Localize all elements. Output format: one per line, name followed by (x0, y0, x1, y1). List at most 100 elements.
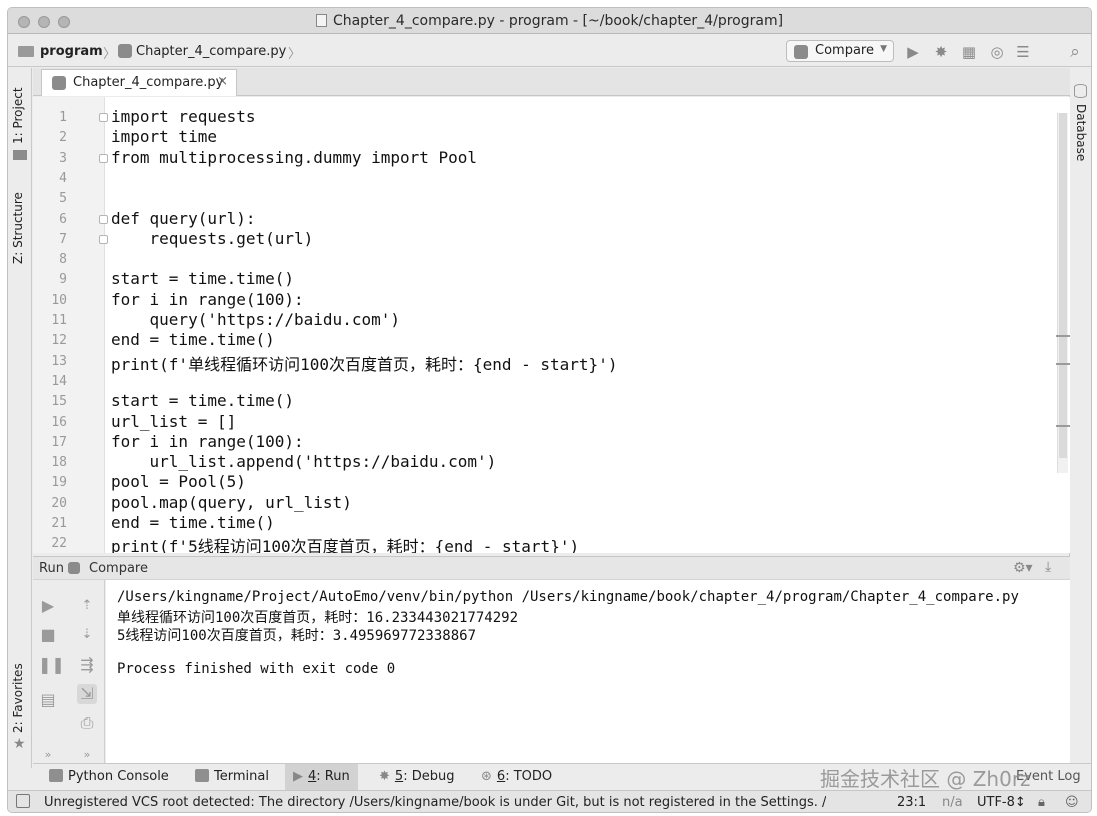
restore-layout-icon[interactable]: ▤ (38, 690, 58, 710)
python-icon (68, 562, 80, 574)
run-toolbar: ▶ ⇡ ■ ⇣ ❚❚ ⇶ ▤ ⇲ ⎙ » » (33, 580, 105, 763)
status-bar: Unregistered VCS root detected: The dire… (8, 790, 1091, 812)
error-stripe-mark (1056, 425, 1070, 427)
console-line: Process finished with exit code 0 (117, 661, 396, 677)
line-number: 22 (51, 536, 67, 552)
folder-icon (18, 46, 34, 57)
line-number: 3 (59, 150, 67, 166)
console-line: /Users/kingname/Project/AutoEmo/venv/bin… (117, 589, 1019, 605)
close-tab-icon[interactable]: × (217, 74, 228, 89)
editor-tab-bar: Chapter_4_compare.py × (33, 68, 1070, 96)
python-file-icon (118, 44, 132, 58)
more-icon[interactable]: » (77, 745, 97, 765)
line-number: 17 (51, 434, 67, 450)
tab-run[interactable]: ▶ 4: Run (285, 764, 358, 791)
lock-icon[interactable]: 🔒︎ (1038, 795, 1045, 810)
fold-marker-icon[interactable] (99, 214, 108, 224)
code-editor[interactable]: 1 2 3 4 5 6 7 8 9 10 11 12 13 14 15 16 17 18 19 20 21 22 impo… (33, 97, 1070, 553)
structure-tool-tab[interactable]: Z: Structure (11, 192, 25, 264)
print-icon[interactable]: ⎙ (77, 713, 97, 733)
code-line: end = time.time() (111, 513, 275, 532)
line-number: 10 (51, 292, 67, 308)
line-number: 9 (59, 272, 67, 288)
debug-icon[interactable]: ✸ (932, 43, 950, 61)
line-number: 8 (59, 252, 67, 268)
run-panel-config[interactable]: Compare (89, 561, 148, 576)
editor-file-tab[interactable]: Chapter_4_compare.py × (41, 69, 237, 96)
line-number: 12 (51, 333, 67, 349)
caret-position[interactable]: 23:1 (897, 795, 926, 810)
tab-todo[interactable]: ⊛ 6: TODO (473, 764, 560, 791)
favorites-tool-tab[interactable]: 2: Favorites (11, 663, 25, 733)
line-separator[interactable]: n/a (942, 795, 963, 810)
tab-debug[interactable]: ✸ 5: Debug (371, 764, 462, 791)
code-line: import requests (111, 107, 256, 126)
search-icon[interactable]: ⌕ (1066, 43, 1084, 61)
inspector-icon[interactable]: ☺ (1065, 795, 1079, 810)
console-line: 单线程循环访问100次百度首页，耗时：16.233443021774292 (117, 610, 519, 626)
project-tool-tab[interactable]: 1: Project (11, 87, 25, 144)
code-line: print(f'5线程访问100次百度首页，耗时：{end - start}') (111, 537, 580, 553)
code-line: url_list = [] (111, 411, 237, 431)
fold-marker-icon[interactable] (99, 153, 108, 163)
tool-windows-icon[interactable] (16, 794, 30, 808)
code-line: start = time.time() (111, 269, 295, 289)
window-title: Chapter_4_compare.py - program - [~/book… (332, 13, 784, 29)
soft-wrap-icon[interactable]: ⇶ (77, 655, 97, 675)
concurrency-icon[interactable]: ☰ (1014, 43, 1032, 61)
pause-icon[interactable]: ❚❚ (38, 655, 65, 675)
fold-marker-icon[interactable] (99, 113, 108, 122)
breadcrumb-separator-icon: 〉 (288, 47, 302, 62)
breadcrumb-file[interactable]: Chapter_4_compare.py (136, 44, 286, 59)
up-arrow-icon[interactable]: ⇡ (77, 596, 97, 616)
stop-icon[interactable]: ■ (38, 625, 58, 645)
line-number: 13 (51, 353, 67, 369)
python-icon (794, 45, 808, 59)
run-icon[interactable]: ▶ (904, 43, 922, 61)
debug-icon: ✸ (379, 769, 390, 784)
run-panel-header: Run Compare ⚙▾ ⤓ (33, 556, 1070, 580)
terminal-icon (195, 769, 209, 782)
run-panel-label: Run (39, 561, 64, 576)
editor-scrollbar[interactable] (1057, 113, 1068, 473)
line-number: 6 (59, 211, 67, 227)
line-number: 14 (51, 373, 67, 389)
rerun-icon[interactable]: ▶ (38, 596, 58, 616)
fold-marker-icon[interactable] (99, 234, 108, 244)
gear-icon[interactable]: ⚙▾ (1013, 560, 1033, 576)
run-console[interactable]: /Users/kingname/Project/AutoEmo/venv/bin… (106, 580, 1070, 763)
line-number: 15 (51, 394, 67, 410)
error-stripe-mark (1056, 363, 1070, 365)
tab-debug-number: 5 (394, 769, 404, 784)
hide-panel-icon[interactable]: ⤓ (1045, 559, 1051, 575)
code-line: def query(url): (111, 208, 256, 228)
python-file-icon (52, 76, 66, 90)
watermark: 掘金技术社区 @ Zh0rz (820, 767, 1031, 791)
run-configuration-select[interactable]: Compare ▼ (786, 40, 894, 62)
run-icon: ▶ (293, 769, 303, 784)
down-arrow-icon[interactable]: ⇣ (77, 625, 97, 645)
code-line: requests.get(url) (111, 228, 314, 248)
chevron-down-icon: ▼ (880, 44, 887, 54)
breadcrumb-project[interactable]: program (40, 44, 103, 59)
coverage-icon[interactable]: ▦ (960, 43, 978, 61)
scrollbar-thumb[interactable] (1059, 113, 1067, 458)
tab-python-console[interactable]: Python Console (41, 764, 177, 791)
star-icon: ★ (13, 736, 26, 752)
status-message[interactable]: Unregistered VCS root detected: The dire… (44, 795, 826, 810)
ide-window: Chapter_4_compare.py - program - [~/book… (7, 7, 1092, 813)
profile-icon[interactable]: ◎ (988, 43, 1006, 61)
file-encoding[interactable]: UTF-8↕ (977, 795, 1026, 810)
scroll-to-end-icon[interactable]: ⇲ (77, 684, 97, 704)
tab-run-label: : Run (316, 769, 350, 784)
code-line: pool.map(query, url_list) (111, 492, 352, 512)
database-tool-tab[interactable]: Database (1074, 104, 1088, 161)
tab-debug-label: : Debug (403, 769, 455, 784)
tab-terminal[interactable]: Terminal (187, 764, 277, 791)
line-number: 11 (51, 313, 67, 328)
window-title-wrap: Chapter_4_compare.py - program - [~/book… (8, 13, 1091, 29)
code-line: from multiprocessing.dummy import Pool (111, 147, 478, 167)
more-icon[interactable]: » (38, 745, 58, 765)
file-icon (315, 14, 327, 27)
breadcrumb-separator-icon: 〉 (103, 47, 117, 62)
